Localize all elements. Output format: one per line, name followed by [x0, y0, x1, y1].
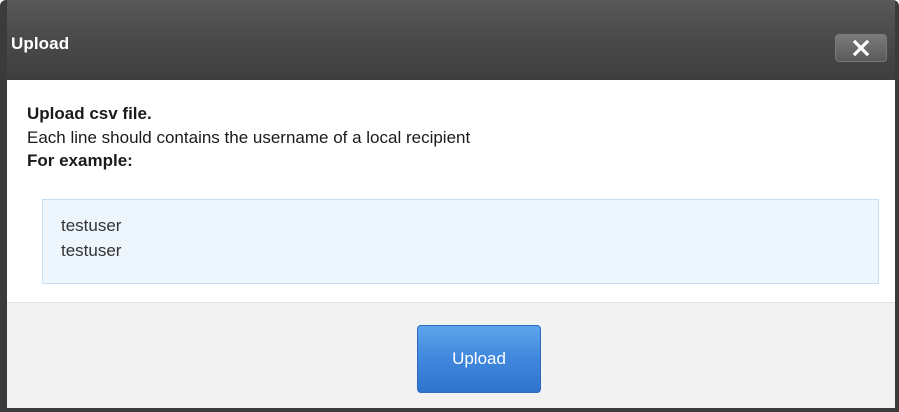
upload-button[interactable]: Upload	[417, 325, 541, 393]
example-box: testuser testuser	[42, 199, 879, 284]
close-button[interactable]	[835, 34, 887, 62]
example-label: For example:	[27, 151, 133, 170]
upload-dialog: Upload Upload csv file. Each line should…	[0, 0, 899, 412]
example-line: testuser	[61, 241, 122, 260]
dialog-title: Upload	[11, 34, 70, 53]
example-line: testuser	[61, 216, 122, 235]
dialog-footer: Upload	[7, 302, 895, 408]
upload-description: Each line should contains the username o…	[27, 128, 471, 147]
close-icon	[853, 40, 869, 56]
upload-heading: Upload csv file.	[27, 104, 152, 123]
dialog-titlebar: Upload	[7, 0, 895, 80]
dialog-content: Upload csv file. Each line should contai…	[7, 80, 895, 302]
